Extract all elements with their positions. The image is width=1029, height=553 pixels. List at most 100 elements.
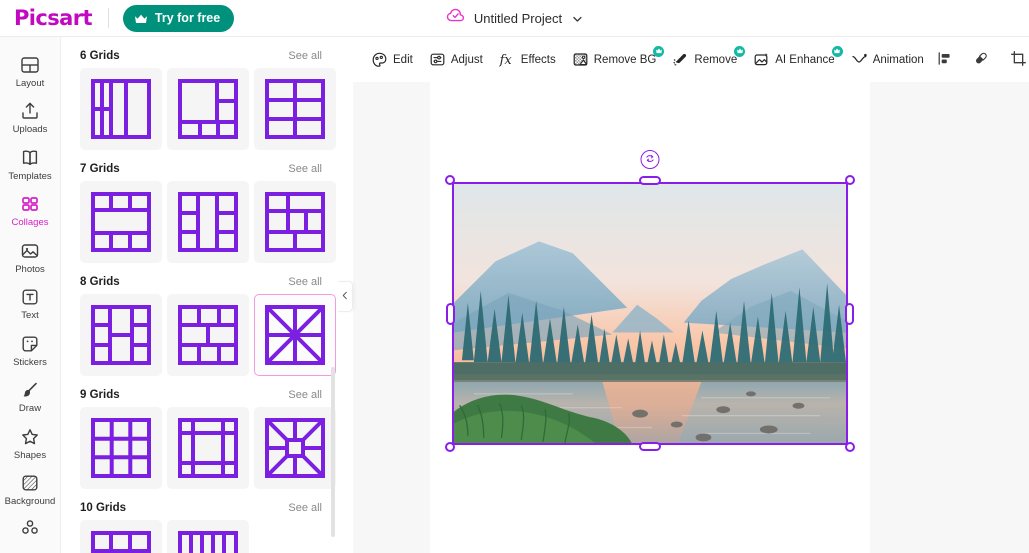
sidebar-label: Photos bbox=[15, 263, 45, 275]
grid-thumb-item[interactable] bbox=[80, 181, 162, 263]
resize-handle-top[interactable] bbox=[639, 176, 661, 185]
sidebar-label: Layout bbox=[15, 78, 45, 89]
sidebar-item-templates[interactable]: Templates bbox=[0, 141, 60, 187]
rotate-icon bbox=[645, 151, 656, 169]
grid-layout-icon bbox=[178, 531, 238, 553]
collages-icon bbox=[19, 193, 41, 215]
sidebar-label: Text bbox=[21, 310, 39, 322]
crop-button[interactable] bbox=[1005, 46, 1029, 74]
align-icon bbox=[936, 50, 953, 70]
section-header-8-grids: 8 Grids See all bbox=[61, 276, 338, 288]
chevron-left-icon bbox=[341, 288, 349, 306]
sidebar-item-shapes[interactable]: Shapes bbox=[0, 420, 60, 466]
grid-thumb-item[interactable] bbox=[254, 68, 336, 150]
align-button[interactable] bbox=[931, 46, 959, 74]
sidebar-item-photos[interactable]: Photos bbox=[0, 234, 60, 280]
edit-button[interactable]: Edit bbox=[364, 45, 420, 75]
resize-handle-top-left[interactable] bbox=[445, 175, 455, 185]
selected-image[interactable] bbox=[452, 182, 848, 445]
sidebar-item-collages[interactable]: Collages bbox=[0, 187, 60, 233]
try-for-free-button[interactable]: Try for free bbox=[122, 4, 235, 32]
try-for-free-label: Try for free bbox=[154, 11, 221, 25]
draw-icon bbox=[19, 379, 41, 401]
section-header-7-grids: 7 Grids See all bbox=[61, 163, 338, 175]
grid-thumb-item[interactable] bbox=[80, 407, 162, 489]
sidebar-item-background[interactable]: Background bbox=[0, 466, 60, 512]
see-all-link[interactable]: See all bbox=[288, 163, 322, 175]
grid-layout-icon bbox=[91, 192, 151, 252]
see-all-link[interactable]: See all bbox=[288, 50, 322, 62]
project-selector[interactable]: Untitled Project bbox=[438, 4, 591, 32]
picsart-logo[interactable]: Picsart bbox=[14, 6, 93, 30]
rotate-handle[interactable] bbox=[640, 150, 660, 169]
project-name: Untitled Project bbox=[473, 10, 563, 26]
grid-thumb-item[interactable] bbox=[80, 68, 162, 150]
remove-icon bbox=[672, 51, 689, 68]
pro-badge-icon bbox=[653, 45, 665, 57]
grid-thumb-item[interactable] bbox=[167, 68, 249, 150]
grid-layout-icon bbox=[178, 192, 238, 252]
grid-thumb-item[interactable] bbox=[167, 294, 249, 376]
adjust-button[interactable]: Adjust bbox=[422, 45, 490, 75]
resize-handle-top-right[interactable] bbox=[845, 175, 855, 185]
grid-thumb-item[interactable] bbox=[167, 407, 249, 489]
animation-button[interactable]: Animation bbox=[844, 45, 931, 75]
sidebar-item-text[interactable]: Text bbox=[0, 280, 60, 326]
ai-enhance-button[interactable]: AI Enhance bbox=[746, 45, 843, 75]
sidebar-item-stickers[interactable]: Stickers bbox=[0, 327, 60, 373]
resize-handle-bottom-left[interactable] bbox=[445, 442, 455, 452]
grid-row-7 bbox=[61, 181, 338, 263]
grid-thumb-item[interactable] bbox=[254, 181, 336, 263]
resize-handle-right[interactable] bbox=[845, 302, 854, 325]
see-all-link[interactable]: See all bbox=[288, 276, 322, 288]
templates-icon bbox=[19, 147, 41, 169]
grid-layout-icon bbox=[91, 418, 151, 478]
sidebar-label: Background bbox=[4, 495, 56, 507]
remove-bg-button[interactable]: Remove BG bbox=[565, 45, 665, 75]
see-all-link[interactable]: See all bbox=[288, 502, 322, 514]
grid-layout-icon bbox=[91, 305, 151, 365]
remove-button[interactable]: Remove bbox=[665, 45, 746, 75]
grid-thumb-item-selected[interactable] bbox=[254, 294, 336, 376]
section-title: 10 Grids bbox=[80, 502, 127, 514]
resize-handle-left[interactable] bbox=[446, 302, 455, 325]
sidebar-item-uploads[interactable]: Uploads bbox=[0, 94, 60, 140]
resize-handle-bottom[interactable] bbox=[639, 442, 661, 451]
grid-layout-icon bbox=[265, 305, 325, 365]
effects-button[interactable]: fx Effects bbox=[492, 45, 563, 75]
panel-scrollbar[interactable] bbox=[331, 367, 335, 537]
crop-icon bbox=[1010, 50, 1027, 70]
section-title: 6 Grids bbox=[80, 50, 120, 62]
sidebar-label: Draw bbox=[18, 403, 42, 415]
left-sidebar: Layout Uploads Templates Collages Photos… bbox=[0, 37, 61, 553]
grid-thumb-item[interactable] bbox=[254, 407, 336, 489]
tool-label: AI Enhance bbox=[775, 53, 835, 66]
grid-layout-icon bbox=[91, 79, 151, 139]
panel-collapse-button[interactable] bbox=[338, 281, 353, 312]
grid-layout-icon bbox=[178, 79, 238, 139]
grid-thumb-item[interactable] bbox=[167, 181, 249, 263]
resize-handle-bottom-right[interactable] bbox=[845, 442, 855, 452]
chevron-down-icon[interactable] bbox=[571, 12, 583, 24]
grid-thumb-item[interactable] bbox=[80, 294, 162, 376]
sidebar-label: Stickers bbox=[13, 356, 47, 368]
cloud-check-icon bbox=[446, 8, 465, 28]
pro-badge-icon bbox=[831, 45, 843, 57]
sidebar-item-elements[interactable] bbox=[0, 512, 60, 548]
grid-layout-icon bbox=[265, 418, 325, 478]
eraser-button[interactable] bbox=[968, 46, 996, 74]
see-all-link[interactable]: See all bbox=[288, 389, 322, 401]
sidebar-item-layout[interactable]: Layout bbox=[0, 48, 60, 94]
grid-layout-icon bbox=[91, 531, 151, 553]
tool-label: Remove BG bbox=[593, 53, 657, 66]
grid-layout-icon bbox=[265, 79, 325, 139]
selected-object[interactable] bbox=[445, 150, 855, 452]
grid-row-8 bbox=[61, 294, 338, 376]
elements-icon bbox=[19, 518, 41, 540]
edit-icon bbox=[371, 51, 388, 68]
grid-thumb-item[interactable] bbox=[167, 520, 249, 553]
sidebar-item-draw[interactable]: Draw bbox=[0, 373, 60, 419]
eraser-icon bbox=[973, 50, 990, 70]
grid-row-9 bbox=[61, 407, 338, 489]
grid-thumb-item[interactable] bbox=[80, 520, 162, 553]
